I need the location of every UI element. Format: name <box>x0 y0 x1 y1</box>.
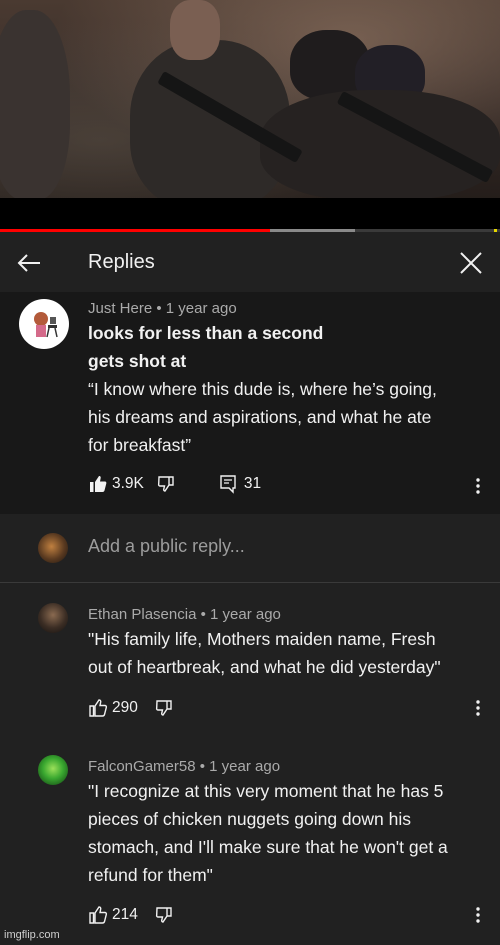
comment-meta: Just Here • 1 year ago <box>88 300 237 317</box>
like-icon[interactable] <box>88 698 108 718</box>
video-figure <box>170 0 220 60</box>
comment-actions: 290 <box>88 698 174 718</box>
video-figure <box>0 10 70 200</box>
parent-comment: Just Here • 1 year ago looks for less th… <box>0 292 500 514</box>
reply-count[interactable]: 31 <box>244 475 261 493</box>
meta-separator: • <box>200 606 210 623</box>
comment-actions: 3.9K 31 <box>88 474 261 494</box>
avatar[interactable] <box>38 755 68 785</box>
comment-text-line: "His family life, Mothers maiden name, F… <box>88 629 436 649</box>
meta-separator: • <box>156 300 166 317</box>
page-title: Replies <box>88 251 155 273</box>
reply-composer: Add a public reply... <box>0 514 500 583</box>
dislike-icon[interactable] <box>156 474 176 494</box>
comment-text-line: gets shot at <box>88 351 187 371</box>
more-options-icon[interactable] <box>475 905 481 925</box>
comment-time[interactable]: 1 year ago <box>166 300 237 317</box>
video-figure <box>260 90 500 200</box>
comment-text-line: “I know where this dude is, where he’s g… <box>88 379 437 399</box>
dislike-icon[interactable] <box>154 698 174 718</box>
avatar <box>38 533 68 563</box>
like-count: 3.9K <box>112 475 144 492</box>
video-player[interactable] <box>0 0 500 200</box>
comment-author[interactable]: FalconGamer58 <box>88 758 196 775</box>
comment-actions: 214 <box>88 905 174 925</box>
like-count: 214 <box>112 906 138 923</box>
video-letterbox <box>0 198 500 230</box>
comment-time[interactable]: 1 year ago <box>209 758 280 775</box>
avatar[interactable] <box>38 603 68 633</box>
comment-author[interactable]: Just Here <box>88 300 152 317</box>
reply-input[interactable]: Add a public reply... <box>88 536 245 557</box>
replies-header: Replies <box>0 232 500 292</box>
comment-text-line: for breakfast” <box>88 435 192 455</box>
comment-text-line: his dreams and aspirations, and what he … <box>88 407 432 427</box>
more-options-icon[interactable] <box>475 476 481 496</box>
video-figure <box>130 40 290 200</box>
comment-meta: FalconGamer58 • 1 year ago <box>88 758 280 775</box>
comment-meta: Ethan Plasencia • 1 year ago <box>88 606 281 623</box>
back-arrow-icon[interactable] <box>14 248 44 278</box>
comment-time[interactable]: 1 year ago <box>210 606 281 623</box>
comment-text-line: refund for them" <box>88 865 213 885</box>
comment-text-line: looks for less than a second <box>88 323 324 343</box>
dislike-icon[interactable] <box>154 905 174 925</box>
close-icon[interactable] <box>456 248 486 278</box>
like-icon[interactable] <box>88 905 108 925</box>
avatar-drawing-icon <box>34 312 58 338</box>
meta-separator: • <box>199 758 210 775</box>
comment-author[interactable]: Ethan Plasencia <box>88 606 196 623</box>
comment-text-line: stomach, and I'll make sure that he won'… <box>88 837 448 857</box>
more-options-icon[interactable] <box>475 698 481 718</box>
avatar[interactable] <box>19 299 69 349</box>
reply-comment-icon[interactable] <box>218 474 238 494</box>
comment-text-line: "I recognize at this very moment that he… <box>88 781 444 801</box>
comment-text-line: pieces of chicken nuggets going down his <box>88 809 411 829</box>
comment-text-line: out of heartbreak, and what he did yeste… <box>88 657 441 677</box>
like-count: 290 <box>112 699 138 716</box>
watermark: imgflip.com <box>4 929 60 941</box>
like-filled-icon[interactable] <box>88 474 108 494</box>
